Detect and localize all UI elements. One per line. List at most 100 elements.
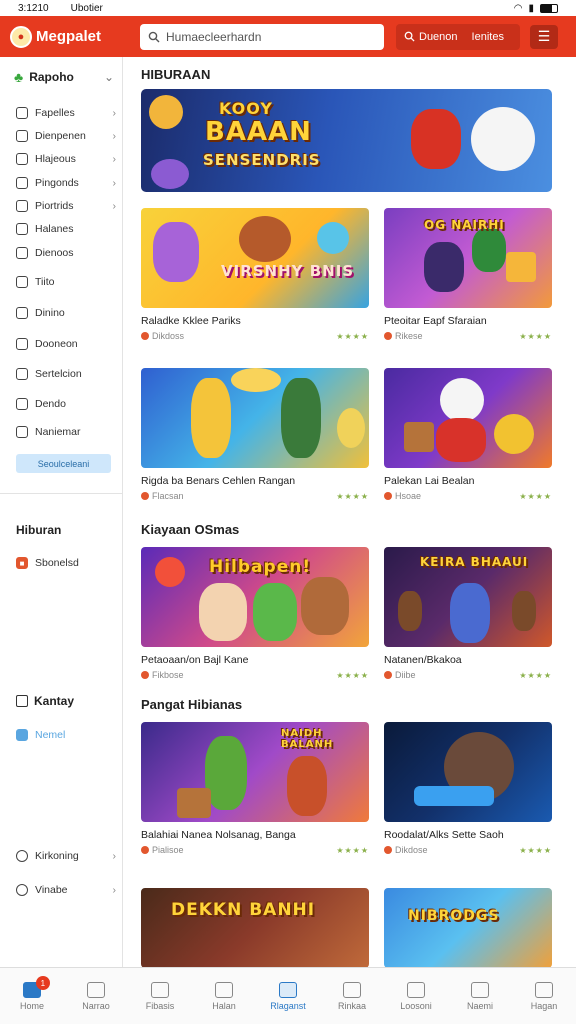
status-carrier: Ubotier <box>70 2 103 14</box>
search-placeholder: Humaecleerhardn <box>166 29 262 44</box>
game-thumbnail: KEIRA BHAAUI <box>384 547 552 647</box>
game-art-text: DEKKN BANHI <box>171 900 316 920</box>
sidebar-item[interactable]: Pingonds › <box>16 177 116 189</box>
publisher-icon <box>141 671 149 679</box>
publisher-icon <box>141 492 149 500</box>
game-card[interactable]: OG NAIRHI Pteoitar Eapf Sfaraian Rikese ★… <box>384 208 552 341</box>
game-card[interactable]: VIRSNHY BNIS Raladke Kklee Pariks Dikdos… <box>141 208 369 341</box>
app-icon: ■ <box>16 557 28 569</box>
sidebar-item-label: Vinabe <box>35 884 68 896</box>
nav-item[interactable]: Narrao <box>64 968 128 1024</box>
sidebar-item-bottom-1[interactable]: Kirkoning › <box>16 850 116 862</box>
grid-icon <box>16 695 28 707</box>
nav-item[interactable]: Rlaganst <box>256 968 320 1024</box>
sidebar: ♣ Rapoho ⌄ Fapelles › Dienpenen › Hlajeous › P… <box>0 57 123 967</box>
nav-item[interactable]: Loosoni <box>384 968 448 1024</box>
nav-item-label: Naemi <box>466 1000 493 1011</box>
publisher-icon <box>384 671 392 679</box>
chevron-right-icon: › <box>112 850 117 862</box>
leaf-icon: ♣ <box>14 69 24 85</box>
sidebar-item[interactable]: Dienpenen › <box>16 130 116 142</box>
nav-item[interactable]: Rinkaa <box>320 968 384 1024</box>
hero-banner[interactable]: KOOY BAAAN SENSENDRIS <box>141 89 552 192</box>
check-icon <box>16 153 28 165</box>
header-action-button[interactable]: Duenon Ienites <box>396 23 520 50</box>
wifi-icon: ◠ <box>513 2 523 14</box>
game-thumbnail <box>384 722 552 822</box>
nav-icon <box>471 981 489 998</box>
sidebar-header[interactable]: ♣ Rapoho ⌄ <box>14 69 114 85</box>
game-card[interactable]: DEKKN BANHI <box>141 888 369 967</box>
nav-item-label: Narrao <box>82 1000 110 1011</box>
game-meta: Flacsan <box>152 491 184 501</box>
nav-item-label: Halan <box>212 1000 236 1011</box>
sidebar-item[interactable]: Hlajeous › <box>16 153 116 165</box>
header-action-label-2: Ienites <box>471 30 504 43</box>
chevron-down-icon: ⌄ <box>103 70 114 84</box>
sidebar-divider <box>0 493 122 494</box>
chevron-right-icon: › <box>112 884 117 896</box>
nav-item[interactable]: Naemi <box>448 968 512 1024</box>
sidebar-item-bottom-2[interactable]: Vinabe › <box>16 884 116 896</box>
nav-item-label: Hagan <box>530 1000 558 1011</box>
nav-item[interactable]: Halan <box>192 968 256 1024</box>
sidebar-item-label: Naniemar <box>35 426 81 438</box>
menu-icon: ☰ <box>537 28 551 44</box>
hero-character <box>471 107 535 171</box>
game-art-text: OG NAIRHI <box>424 218 505 232</box>
game-meta: Rikese <box>395 331 423 341</box>
hero-deco-coin <box>149 95 183 129</box>
hamburger-menu-button[interactable]: ☰ <box>530 24 558 49</box>
sidebar-pill[interactable]: Seoulceleani <box>16 454 111 473</box>
section-title: HIBURAAN <box>141 67 211 82</box>
game-thumbnail: Hilbapen! <box>141 547 369 647</box>
sidebar-item[interactable]: Fapelles › <box>16 107 116 119</box>
nav-icon <box>535 981 553 998</box>
sidebar-item[interactable]: Dinino <box>16 307 116 319</box>
sidebar-item[interactable]: Dooneon <box>16 338 116 350</box>
chevron-right-icon: › <box>112 177 117 189</box>
game-card[interactable]: Hilbapen! Petaoaan/on Bajl Kane Fikbose ★… <box>141 547 369 680</box>
nav-item[interactable]: 1 Home <box>0 968 64 1024</box>
sidebar-item-label: Tiito <box>35 276 55 288</box>
rating-stars: ★★★★ <box>336 491 369 501</box>
sidebar-item[interactable]: Tiito <box>16 276 116 288</box>
sidebar-item[interactable]: Naniemar <box>16 426 116 438</box>
sidebar-item[interactable]: Sertelcion <box>16 368 116 380</box>
game-card[interactable]: Rigda ba Benars Cehlen Rangan Flacsan ★★★… <box>141 368 369 501</box>
search-icon <box>148 31 160 42</box>
nav-icon <box>151 981 169 998</box>
nav-icon <box>87 981 105 998</box>
game-card[interactable]: Roodalat/Alks Sette Saoh Dikdose ★★★★ <box>384 722 552 855</box>
sidebar-item[interactable]: Dendo <box>16 398 116 410</box>
edit-icon <box>16 368 28 380</box>
game-meta: Fikbose <box>152 670 184 680</box>
game-card[interactable]: Palekan Lai Bealan Hsoae ★★★★ <box>384 368 552 501</box>
sidebar-item-section2[interactable]: Nemel <box>16 729 116 741</box>
game-title: Balahiai Nanea Nolsanag, Banga <box>141 829 296 841</box>
sidebar-item[interactable]: Piortrids › <box>16 200 116 212</box>
sidebar-item[interactable]: Halanes <box>16 223 116 235</box>
settings-icon <box>16 884 28 896</box>
box-icon <box>16 307 28 319</box>
game-meta: Pialisoe <box>152 845 184 855</box>
nav-icon <box>343 981 361 998</box>
publisher-icon <box>384 846 392 854</box>
chat-icon <box>16 338 28 350</box>
chevron-right-icon: › <box>112 200 117 212</box>
battery-icon <box>540 3 558 13</box>
nav-item[interactable]: Hagan <box>512 968 576 1024</box>
sidebar-item-label: Halanes <box>35 223 74 235</box>
sidebar-item-label: Piortrids <box>35 200 74 212</box>
app-logo[interactable]: ● Megpalet <box>10 25 140 48</box>
game-art-text: NIBRODGS <box>408 908 500 924</box>
sidebar-item[interactable]: Dienoos <box>16 247 116 259</box>
search-input[interactable]: Humaecleerhardn <box>140 23 384 50</box>
nav-item[interactable]: Fibasis <box>128 968 192 1024</box>
game-card[interactable]: NAIDH BALANH Balahiai Nanea Nolsanag, Ba… <box>141 722 369 855</box>
game-card[interactable]: KEIRA BHAAUI Natanen/Bkakoa Diibe ★★★★ <box>384 547 552 680</box>
game-title: Raladke Kklee Pariks <box>141 315 241 327</box>
game-card[interactable]: NIBRODGS <box>384 888 552 967</box>
sidebar-item-section1[interactable]: ■ Sbonelsd <box>16 557 116 569</box>
nav-icon <box>215 981 233 998</box>
